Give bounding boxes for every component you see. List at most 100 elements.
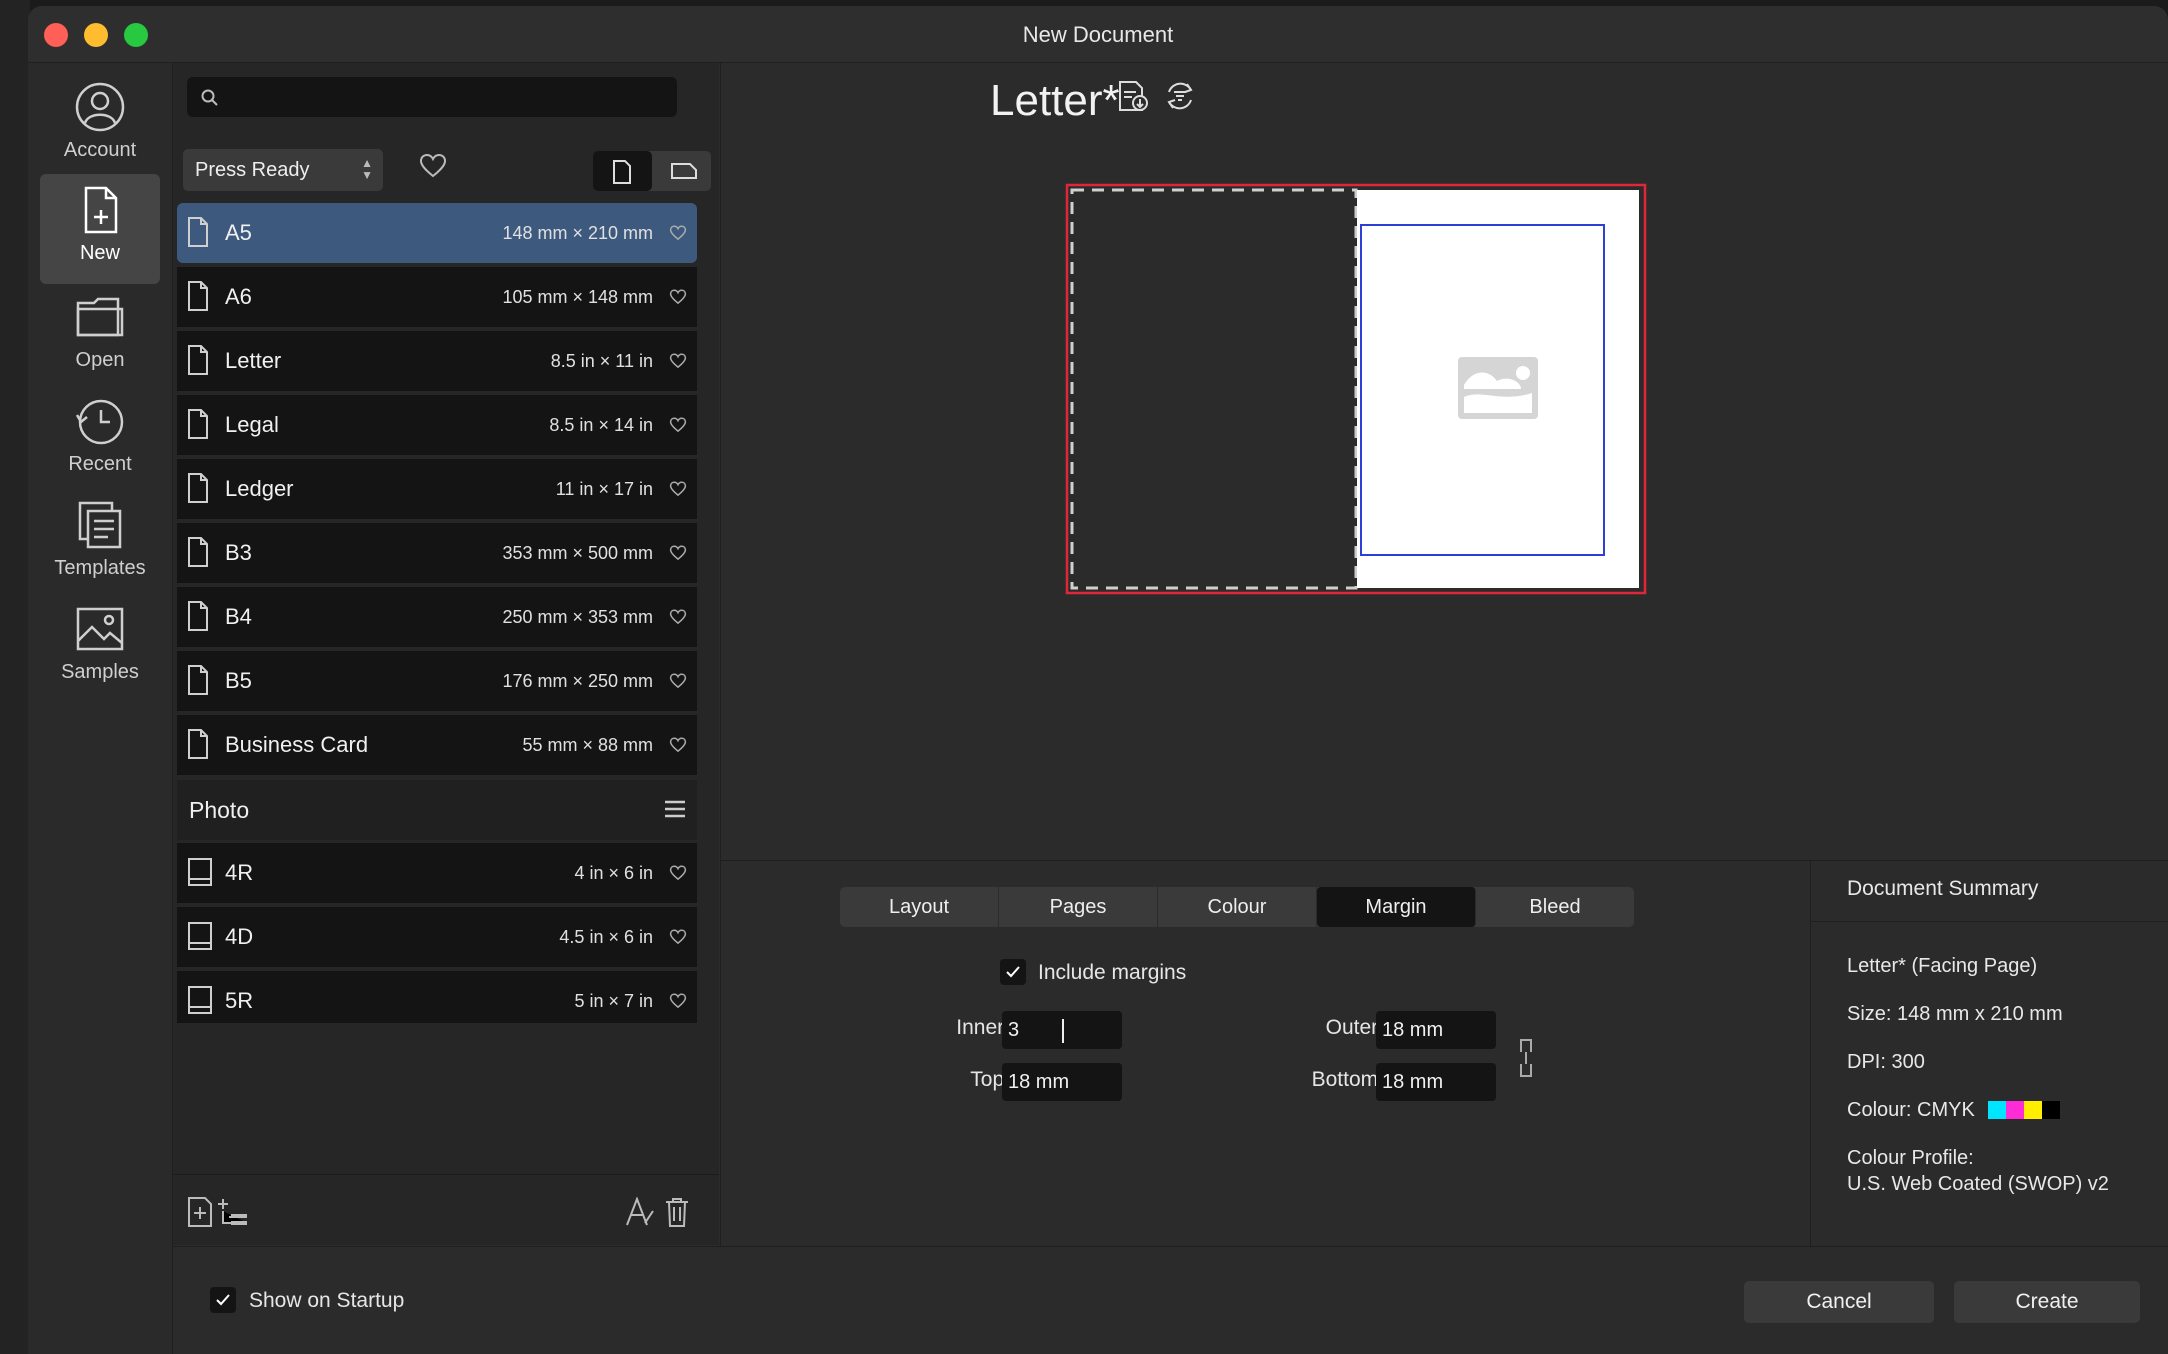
landscape-icon [671,163,697,179]
chevron-updown-icon: ▲ ▼ [361,156,373,182]
bottom-margin-field[interactable]: 18 mm [1376,1063,1496,1101]
tab-colour[interactable]: Colour [1158,887,1317,927]
show-on-startup-checkbox[interactable] [210,1287,236,1313]
top-label: Top: [970,1068,1010,1091]
save-preset-icon[interactable] [1118,80,1150,112]
preset-row[interactable]: B3 353 mm × 500 mm [177,523,697,583]
heart-icon[interactable] [669,545,687,561]
background-window-strip [0,0,30,1354]
preset-filter-select[interactable]: Press Ready ▲ ▼ [183,149,383,191]
create-button[interactable]: Create [1954,1281,2140,1323]
preset-name: 4D [225,924,254,949]
summary-colour-text: Colour: CMYK [1847,1099,1975,1121]
sidebar-item-recent[interactable]: Recent [40,385,160,495]
preset-row[interactable]: Ledger 11 in × 17 in [177,459,697,519]
preset-panel-toolbar [173,1174,719,1245]
preset-name: B3 [225,540,252,565]
preset-name: A5 [225,220,252,245]
tab-layout[interactable]: Layout [840,887,999,927]
tab-bleed[interactable]: Bleed [1476,887,1634,927]
new-document-window: New Document Account New Open Recent Tem… [28,6,2168,1354]
category-header-photo[interactable]: Photo [177,780,697,840]
heart-icon[interactable] [669,737,687,753]
preset-row[interactable]: Letter 8.5 in × 11 in [177,331,697,391]
preset-row[interactable]: Business Card 55 mm × 88 mm [177,715,697,775]
preset-size: 250 mm × 353 mm [502,607,653,627]
outer-margin-field[interactable]: 18 mm [1376,1011,1496,1049]
title-bar: New Document [28,6,2168,63]
top-margin-value: 18 mm [1008,1071,1070,1093]
tab-margin[interactable]: Margin [1317,887,1476,927]
heart-icon[interactable] [669,865,687,881]
heart-icon[interactable] [669,417,687,433]
photo-preset-icon [188,922,212,950]
rename-icon[interactable] [625,1197,655,1227]
sidebar-item-account[interactable]: Account [40,71,160,181]
sidebar-item-label: Open [75,349,125,371]
preset-filter-value: Press Ready [195,159,310,181]
heart-icon[interactable] [669,609,687,625]
folder-icon [76,297,124,337]
preset-row[interactable]: B5 176 mm × 250 mm [177,651,697,711]
summary-name: Letter* (Facing Page) [1847,955,2038,977]
search-box [187,77,677,117]
cancel-button[interactable]: Cancel [1744,1281,1934,1323]
preset-row[interactable]: Legal 8.5 in × 14 in [177,395,697,455]
landscape-button[interactable] [652,151,711,191]
link-margins-icon[interactable] [1518,1036,1534,1080]
heart-icon[interactable] [669,673,687,689]
document-icon [188,537,208,567]
settings-tabs: Layout Pages Colour Margin Bleed [840,887,1634,927]
sidebar-item-new[interactable]: New [40,174,160,284]
preset-panel: Press Ready ▲ ▼ A5 148 mm × 210 mm A6 105 mm… [173,63,855,1174]
heart-icon[interactable] [669,225,687,241]
preset-row[interactable]: 4D 4.5 in × 6 in [177,907,697,967]
heart-icon[interactable] [669,481,687,497]
hamburger-icon[interactable] [665,800,685,818]
templates-icon [78,501,122,549]
heart-icon[interactable] [669,289,687,305]
summary-colour: Colour: CMYK [1847,1099,2061,1122]
summary-size: Size: 148 mm x 210 mm [1847,1003,2063,1025]
preset-name: B4 [225,604,252,629]
search-input[interactable] [229,81,673,115]
preset-row[interactable]: A5 148 mm × 210 mm [177,203,697,263]
preset-name: B5 [225,668,252,693]
document-icon [188,665,208,695]
heart-icon[interactable] [419,153,447,179]
colour-swatch [2006,1101,2025,1119]
heart-icon[interactable] [669,993,687,1009]
heart-icon[interactable] [669,929,687,945]
preset-name: A6 [225,284,252,309]
sidebar-item-open[interactable]: Open [40,281,160,391]
add-category-icon[interactable] [217,1197,249,1227]
checkmark-icon [1006,966,1020,978]
portrait-button[interactable] [593,151,652,191]
settings-reset-icon[interactable] [1164,80,1196,112]
preset-row[interactable]: 4R 4 in × 6 in [177,843,697,903]
trash-icon[interactable] [665,1197,689,1227]
include-margins-checkbox[interactable] [1000,959,1026,985]
inner-margin-field[interactable]: 3 [1002,1011,1122,1049]
top-margin-field[interactable]: 18 mm [1002,1063,1122,1101]
image-icon [76,607,124,651]
preset-name: Business Card [225,732,369,757]
preset-row[interactable]: A6 105 mm × 148 mm [177,267,697,327]
tab-pages[interactable]: Pages [999,887,1158,927]
heart-icon[interactable] [669,353,687,369]
preset-size: 55 mm × 88 mm [522,735,653,755]
sidebar-item-samples[interactable]: Samples [40,593,160,703]
document-icon [188,601,208,631]
summary-profile-value: U.S. Web Coated (SWOP) v2 [1847,1173,2109,1195]
preset-size: 148 mm × 210 mm [502,223,653,243]
preset-size: 8.5 in × 14 in [549,415,653,435]
bottom-margin-value: 18 mm [1382,1071,1444,1093]
preset-row[interactable]: B4 250 mm × 353 mm [177,587,697,647]
sidebar-item-templates[interactable]: Templates [40,489,160,599]
summary-profile-label: Colour Profile: [1847,1147,1974,1169]
preset-size: 105 mm × 148 mm [502,287,653,307]
document-icon [188,473,208,503]
document-icon [188,409,208,439]
preset-row[interactable]: 5R 5 in × 7 in [177,971,697,1023]
add-preset-icon[interactable] [187,1197,213,1227]
